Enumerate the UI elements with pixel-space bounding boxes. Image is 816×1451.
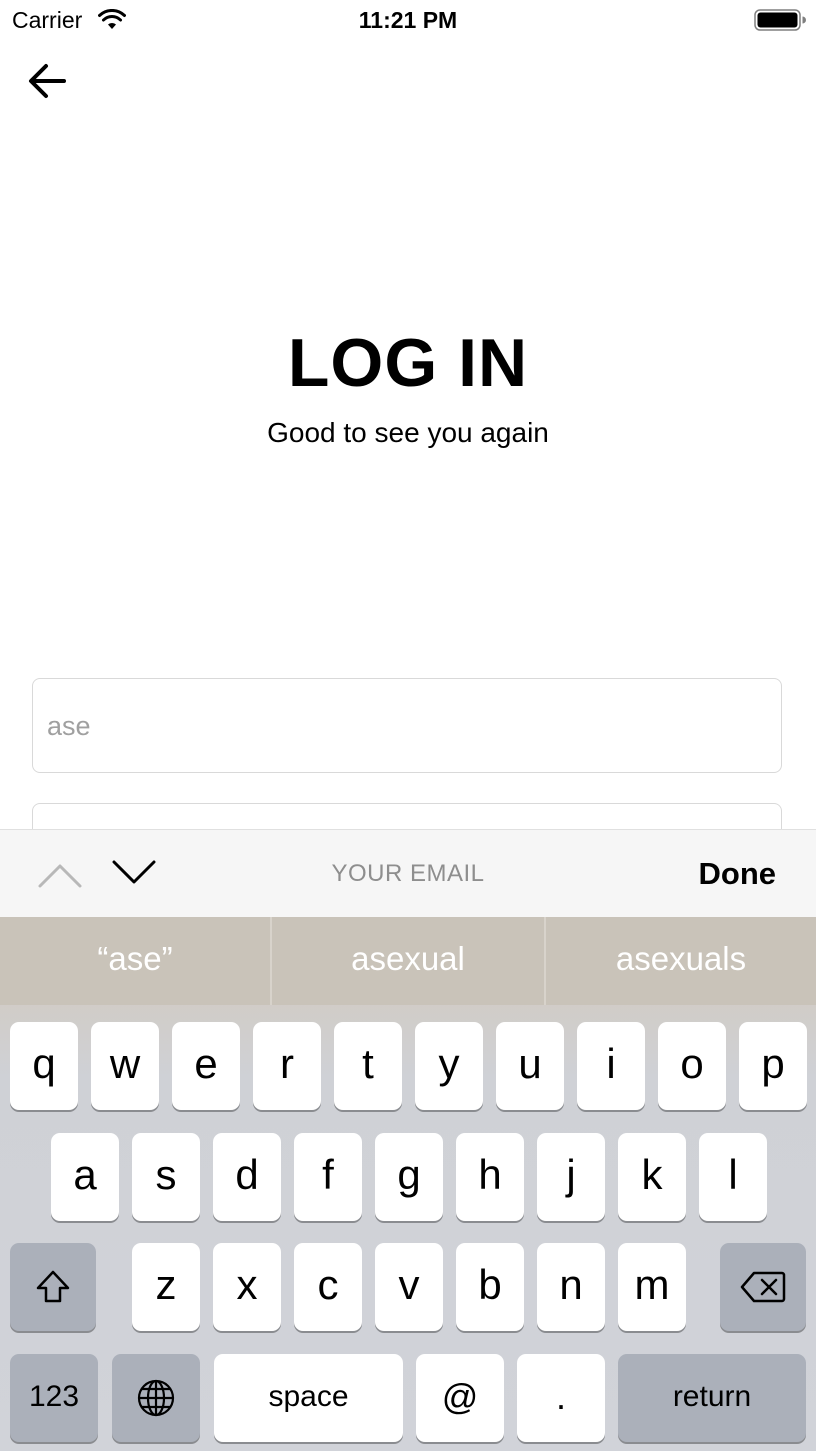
suggestion-item[interactable]: asexuals (546, 917, 816, 1005)
key-g[interactable]: g (375, 1133, 443, 1221)
key-y[interactable]: y (415, 1022, 483, 1110)
key-i[interactable]: i (577, 1022, 645, 1110)
key-p[interactable]: p (739, 1022, 807, 1110)
key-z[interactable]: z (132, 1243, 200, 1331)
current-field-name: YOUR EMAIL (331, 860, 485, 887)
key-v[interactable]: v (375, 1243, 443, 1331)
key-n[interactable]: n (537, 1243, 605, 1331)
arrow-left-icon (29, 64, 66, 98)
key-a[interactable]: a (51, 1133, 119, 1221)
key-j[interactable]: j (537, 1133, 605, 1221)
key-m[interactable]: m (618, 1243, 686, 1331)
period-key[interactable]: . (517, 1354, 605, 1442)
globe-icon (137, 1379, 175, 1417)
delete-icon (740, 1271, 786, 1303)
suggestion-bar: “ase” asexual asexuals (0, 917, 816, 1005)
page-title: LOG IN (287, 325, 529, 401)
key-c[interactable]: c (294, 1243, 362, 1331)
keyboard-accessory-bar: YOUR EMAIL Done (0, 829, 816, 918)
key-t[interactable]: t (334, 1022, 402, 1110)
return-key[interactable]: return (618, 1354, 806, 1442)
key-r[interactable]: r (253, 1022, 321, 1110)
back-button[interactable] (24, 58, 70, 104)
key-b[interactable]: b (456, 1243, 524, 1331)
key-f[interactable]: f (294, 1133, 362, 1221)
status-time: 11:21 PM (358, 7, 458, 33)
key-s[interactable]: s (132, 1133, 200, 1221)
done-button[interactable]: Done (699, 856, 777, 892)
globe-key[interactable] (112, 1354, 200, 1442)
key-o[interactable]: o (658, 1022, 726, 1110)
at-key[interactable]: @ (416, 1354, 504, 1442)
keyboard: “ase” asexual asexuals q w e r t y u i o… (0, 917, 816, 1451)
status-bar: Carrier 11:21 PM (0, 0, 816, 40)
shift-icon (36, 1270, 70, 1303)
space-key[interactable]: space (214, 1354, 403, 1442)
shift-key[interactable] (10, 1243, 96, 1331)
battery-icon (754, 9, 806, 31)
delete-key[interactable] (720, 1243, 806, 1331)
key-w[interactable]: w (91, 1022, 159, 1110)
key-q[interactable]: q (10, 1022, 78, 1110)
suggestion-item[interactable]: asexual (272, 917, 544, 1005)
key-e[interactable]: e (172, 1022, 240, 1110)
email-field[interactable] (45, 679, 769, 773)
key-k[interactable]: k (618, 1133, 686, 1221)
key-h[interactable]: h (456, 1133, 524, 1221)
numbers-key[interactable]: 123 (10, 1354, 98, 1442)
key-u[interactable]: u (496, 1022, 564, 1110)
page-subtitle: Good to see you again (267, 417, 549, 448)
suggestion-item[interactable]: “ase” (0, 917, 270, 1005)
key-l[interactable]: l (699, 1133, 767, 1221)
key-d[interactable]: d (213, 1133, 281, 1221)
key-x[interactable]: x (213, 1243, 281, 1331)
email-field-container (32, 678, 782, 773)
